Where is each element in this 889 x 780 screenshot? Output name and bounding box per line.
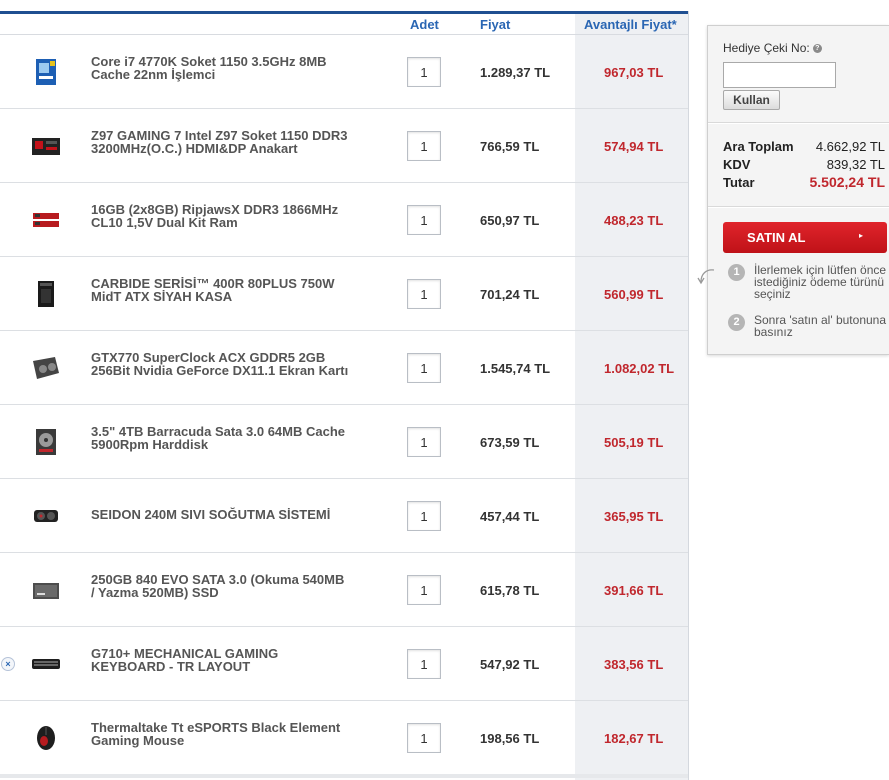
gift-code-label: Hediye Çeki No:? xyxy=(723,41,822,55)
ssd-icon[interactable] xyxy=(30,575,62,605)
table-row: GTX770 SuperClock ACX GDDR5 2GB 256Bit N… xyxy=(0,331,688,405)
quantity-input[interactable] xyxy=(407,131,441,161)
advantage-price: 574,94 TL xyxy=(604,139,664,154)
quantity-input[interactable] xyxy=(407,649,441,679)
liquid-cooler-icon[interactable] xyxy=(30,501,62,531)
gift-code-label-text: Hediye Çeki No: xyxy=(723,41,810,55)
product-name[interactable]: G710+ MECHANICAL GAMING KEYBOARD - TR LA… xyxy=(91,647,351,673)
table-row: × G710+ MECHANICAL GAMING KEYBOARD - TR … xyxy=(0,627,688,701)
advantage-price: 560,99 TL xyxy=(604,287,664,302)
product-name[interactable]: SEIDON 240M SIVI SOĞUTMA SİSTEMİ xyxy=(91,508,351,521)
mouse-icon[interactable] xyxy=(30,723,62,753)
header-qty: Adet xyxy=(410,17,439,32)
buy-button-label: SATIN AL xyxy=(747,230,806,245)
cart-table: Adet Fiyat Avantajlı Fiyat* Core i7 4770… xyxy=(0,0,689,780)
keyboard-icon[interactable] xyxy=(30,649,62,679)
cpu-box-icon[interactable] xyxy=(30,57,62,87)
subtotal-value: 4.662,92 TL xyxy=(815,139,885,154)
advantage-price: 383,56 TL xyxy=(604,657,664,672)
motherboard-icon[interactable] xyxy=(30,131,62,161)
header-advantage-price: Avantajlı Fiyat* xyxy=(584,17,677,32)
advantage-price: 967,03 TL xyxy=(604,65,664,80)
price: 673,59 TL xyxy=(480,435,540,450)
total-label: Tutar xyxy=(723,175,755,190)
table-row: Core i7 4770K Soket 1150 3.5GHz 8MB Cach… xyxy=(0,35,688,109)
hard-disk-icon[interactable] xyxy=(30,427,62,457)
product-name[interactable]: 3.5" 4TB Barracuda Sata 3.0 64MB Cache 5… xyxy=(91,425,351,451)
table-row: 250GB 840 EVO SATA 3.0 (Okuma 540MB / Ya… xyxy=(0,553,688,627)
product-name[interactable]: 250GB 840 EVO SATA 3.0 (Okuma 540MB / Ya… xyxy=(91,573,351,599)
step-2-badge: 2 xyxy=(728,314,745,331)
table-row: Z97 GAMING 7 Intel Z97 Soket 1150 DDR3 3… xyxy=(0,109,688,183)
product-name[interactable]: Core i7 4770K Soket 1150 3.5GHz 8MB Cach… xyxy=(91,55,351,81)
table-right-border xyxy=(688,11,689,780)
quantity-input[interactable] xyxy=(407,575,441,605)
subtotal-label: Ara Toplam xyxy=(723,139,794,154)
quantity-input[interactable] xyxy=(407,427,441,457)
price: 615,78 TL xyxy=(480,583,540,598)
advantage-price: 365,95 TL xyxy=(604,509,664,524)
step-1-badge: 1 xyxy=(728,264,745,281)
price: 650,97 TL xyxy=(480,213,540,228)
divider xyxy=(708,207,889,208)
quantity-input[interactable] xyxy=(407,205,441,235)
step-1-text: İlerlemek için lütfen önce istediğiniz ö… xyxy=(754,263,887,301)
table-row: CARBIDE SERİSİ™ 400R 80PLUS 750W MidT AT… xyxy=(0,257,688,331)
table-row: 16GB (2x8GB) RipjawsX DDR3 1866MHz CL10 … xyxy=(0,183,688,257)
order-summary-panel: Hediye Çeki No:? Kullan Ara Toplam 4.662… xyxy=(697,25,889,355)
quantity-input[interactable] xyxy=(407,501,441,531)
table-row: 3.5" 4TB Barracuda Sata 3.0 64MB Cache 5… xyxy=(0,405,688,479)
table-bottom-rule xyxy=(0,774,688,778)
help-icon[interactable]: ? xyxy=(812,44,822,54)
ram-icon[interactable] xyxy=(30,205,62,235)
price: 457,44 TL xyxy=(480,509,540,524)
price: 1.289,37 TL xyxy=(480,65,551,80)
price: 701,24 TL xyxy=(480,287,540,302)
product-name[interactable]: CARBIDE SERİSİ™ 400R 80PLUS 750W MidT AT… xyxy=(91,277,351,303)
product-name[interactable]: GTX770 SuperClock ACX GDDR5 2GB 256Bit N… xyxy=(91,351,351,377)
advantage-price: 391,66 TL xyxy=(604,583,664,598)
price: 1.545,74 TL xyxy=(480,361,551,376)
quantity-input[interactable] xyxy=(407,279,441,309)
pc-case-icon[interactable] xyxy=(30,279,62,309)
product-name[interactable]: 16GB (2x8GB) RipjawsX DDR3 1866MHz CL10 … xyxy=(91,203,351,229)
price: 198,56 TL xyxy=(480,731,540,746)
advantage-price: 1.082,02 TL xyxy=(604,361,675,376)
product-name[interactable]: Z97 GAMING 7 Intel Z97 Soket 1150 DDR3 3… xyxy=(91,129,351,155)
gift-code-input[interactable] xyxy=(723,62,836,88)
curved-arrow-icon xyxy=(697,269,715,285)
price: 766,59 TL xyxy=(480,139,540,154)
use-button[interactable]: Kullan xyxy=(723,90,780,110)
advantage-price: 182,67 TL xyxy=(604,731,664,746)
arrow-right-icon: ▸ xyxy=(859,231,864,240)
remove-item-icon[interactable]: × xyxy=(1,657,15,671)
price: 547,92 TL xyxy=(480,657,540,672)
table-row: Thermaltake Tt eSPORTS Black Element Gam… xyxy=(0,701,688,775)
graphics-card-icon[interactable] xyxy=(30,353,62,383)
total-value: 5.502,24 TL xyxy=(809,174,886,190)
header-price: Fiyat xyxy=(480,17,511,32)
buy-button[interactable]: SATIN AL ▸ xyxy=(723,222,887,253)
advantage-price: 505,19 TL xyxy=(604,435,664,450)
divider xyxy=(708,123,889,124)
step-2-text: Sonra 'satın al' butonuna basınız xyxy=(754,313,887,339)
tax-value: 839,32 TL xyxy=(826,157,885,172)
quantity-input[interactable] xyxy=(407,723,441,753)
product-name[interactable]: Thermaltake Tt eSPORTS Black Element Gam… xyxy=(91,721,351,747)
quantity-input[interactable] xyxy=(407,353,441,383)
table-row: SEIDON 240M SIVI SOĞUTMA SİSTEMİ 457,44 … xyxy=(0,479,688,553)
tax-label: KDV xyxy=(723,157,751,172)
quantity-input[interactable] xyxy=(407,57,441,87)
advantage-price: 488,23 TL xyxy=(604,213,664,228)
